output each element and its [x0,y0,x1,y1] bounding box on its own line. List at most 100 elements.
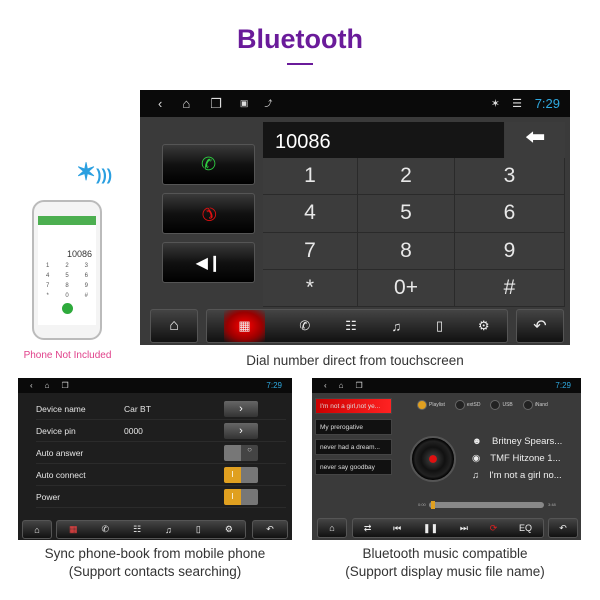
phone-number: 10086 [66,249,92,259]
source-inand[interactable]: iNand [522,400,548,410]
key-1[interactable]: 1 [263,158,358,196]
disc-icon [410,436,456,482]
home-nav-icon[interactable]: ⌂ [339,381,344,390]
phone-key: 2 [65,263,69,269]
tab-contacts[interactable]: ☷ [345,318,357,334]
recent-apps-icon[interactable]: ❐ [210,96,222,112]
call-button[interactable]: ✆ [162,144,255,185]
status-bar: ‹ ⌂ ❐ ▣ ⤴ ✶ ☰ 7:29 [140,90,570,117]
auto-connect-toggle[interactable]: I [224,466,258,483]
phone-key: # [84,293,88,299]
tab-devices[interactable]: ▯ [196,524,201,535]
key-hash[interactable]: # [455,269,565,307]
phone-key: 3 [84,263,88,269]
source-label: USB [502,402,513,408]
setting-row-device-name[interactable]: Device name Car BT › [36,398,286,420]
setting-value: Car BT [124,403,151,414]
track-row: ♫ I'm not a girl no... [472,470,562,481]
back-nav-icon[interactable]: ‹ [158,96,162,111]
track-name: I'm not a girl no... [489,470,562,481]
album-icon: ◉ [472,453,481,464]
next-icon[interactable]: ⏭ [460,523,468,534]
playlist-item[interactable]: never say goodbay [315,459,392,475]
smartphone-image: 10086 1 2 3 4 5 6 7 8 9 * 0 # [32,200,102,340]
artist-name: Britney Spears... [492,436,563,447]
progress-slider[interactable] [429,501,544,509]
return-button[interactable]: ↶ [516,309,564,343]
source-label: iNand [534,402,548,408]
return-button[interactable]: ↶ [252,520,288,539]
playlist-item-active[interactable]: I'm not a girl,not ye... [315,398,392,414]
playlist-item[interactable]: My prerogative [315,419,392,435]
edit-device-pin-button[interactable]: › [224,422,258,439]
phone-key: * [46,293,49,299]
eq-button[interactable]: EQ [519,523,532,533]
key-2[interactable]: 2 [358,158,455,196]
source-playlist[interactable]: Playlist [417,400,445,410]
key-8[interactable]: 8 [358,232,455,270]
tab-contacts[interactable]: ☷ [133,524,141,535]
tab-devices[interactable]: ▯ [436,318,443,334]
settings-caption-line1: Sync phone-book from mobile phone [44,546,266,561]
home-button[interactable]: ⌂ [150,309,198,343]
return-button[interactable]: ↶ [548,518,578,538]
tab-music[interactable]: ♫ [165,525,172,535]
home-nav-icon[interactable]: ⌂ [182,96,190,111]
backspace-button[interactable]: 🠰 [505,122,565,158]
setting-label: Device pin [36,425,76,436]
setting-label: Power [36,491,61,502]
home-nav-icon[interactable]: ⌂ [45,381,50,390]
repeat-icon[interactable]: ⟳ [490,523,498,534]
progress-thumb[interactable] [431,501,436,509]
tab-dialpad[interactable]: ▦ [69,524,78,535]
source-label: Playlist [429,402,445,408]
source-label: extSD [466,402,481,408]
edit-device-name-button[interactable]: › [224,400,258,417]
home-button[interactable]: ⌂ [22,520,52,539]
artist-row: ☻ Britney Spears... [472,436,562,447]
tab-settings[interactable]: ⚙ [478,318,490,334]
dialer-screen: ‹ ⌂ ❐ ▣ ⤴ ✶ ☰ 7:29 10086 🠰 1 2 3 4 5 6 7… [140,90,570,345]
tab-music[interactable]: ♫ [391,319,401,334]
shuffle-icon[interactable]: ⇄ [364,523,372,534]
setting-label: Auto connect [36,469,86,480]
setting-row-device-pin[interactable]: Device pin 0000 › [36,420,286,442]
setting-row-auto-answer: Auto answer ○ [36,442,286,464]
tab-call-log[interactable]: ✆ [299,318,310,334]
auto-answer-toggle[interactable]: ○ [224,444,258,461]
key-3[interactable]: 3 [455,158,565,196]
key-0[interactable]: 0+ [358,269,455,307]
home-button[interactable]: ⌂ [317,518,347,538]
key-9[interactable]: 9 [455,232,565,270]
key-star[interactable]: * [263,269,358,307]
setting-value: 0000 [124,425,143,436]
setting-label: Device name [36,403,86,414]
back-nav-icon[interactable]: ‹ [324,381,327,390]
clock: 7:29 [534,96,560,111]
settings-screen: ‹ ⌂ ❐ 7:29 Device name Car BT › Device pin 00… [18,378,292,540]
phone-key: 0 [65,293,69,299]
tab-settings[interactable]: ⚙ [225,524,233,535]
source-usb[interactable]: USB [490,400,513,410]
recent-apps-icon[interactable]: ❐ [356,381,363,390]
recent-apps-icon[interactable]: ❐ [62,381,69,390]
previous-icon[interactable]: ⏮ [393,523,401,534]
power-toggle[interactable]: I [224,488,258,505]
tab-call-log[interactable]: ✆ [102,524,110,535]
key-5[interactable]: 5 [358,195,455,233]
key-4[interactable]: 4 [263,195,358,233]
source-extsd[interactable]: extSD [454,400,481,410]
key-6[interactable]: 6 [455,195,565,233]
elapsed-time: 0:00 [418,502,426,507]
phone-key: 7 [45,283,50,289]
home-icon: ⌂ [169,317,179,334]
hangup-button[interactable]: ✆ [162,193,255,234]
audio-transfer-button[interactable]: ◀❙ [162,242,255,283]
back-nav-icon[interactable]: ‹ [30,381,33,390]
source-selector: Playlist extSD USB iNand [417,400,548,410]
album-name: TMF Hitzone 1... [490,453,561,464]
pause-icon[interactable]: ❚❚ [423,523,438,534]
key-7[interactable]: 7 [263,232,358,270]
playlist-item[interactable]: never had a dream... [315,439,392,455]
tab-dialpad[interactable]: ▦ [224,310,265,342]
